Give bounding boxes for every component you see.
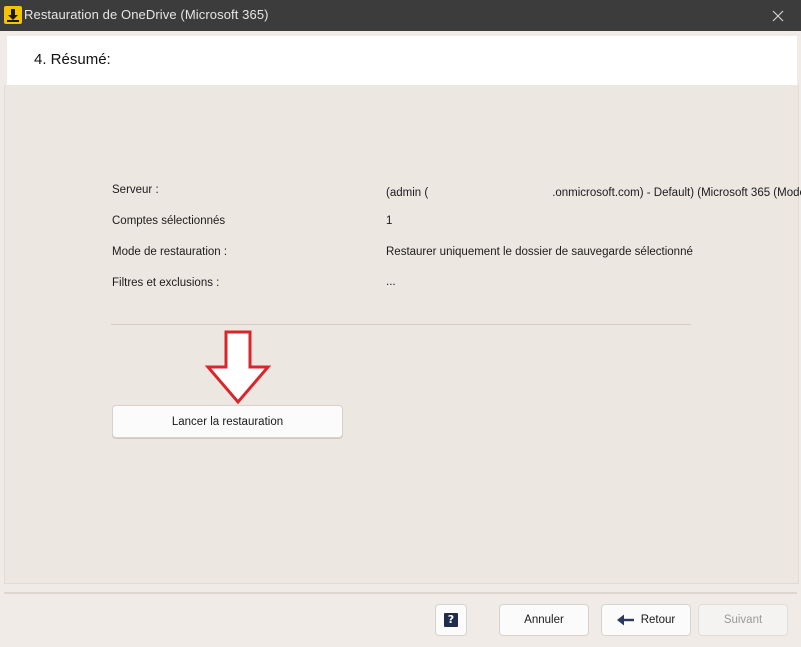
launch-restore-button[interactable]: Lancer la restauration xyxy=(112,405,343,438)
server-label: Serveur : xyxy=(112,184,159,196)
restore-mode-value: Restaurer uniquement le dossier de sauve… xyxy=(386,246,693,258)
close-icon[interactable] xyxy=(772,10,784,22)
help-icon: ? xyxy=(444,613,458,627)
down-arrow-annotation-icon xyxy=(204,330,272,405)
close-button[interactable] xyxy=(755,0,801,31)
next-label: Suivant xyxy=(723,614,763,626)
server-value-suffix: .onmicrosoft.com) - Default) (Microsoft … xyxy=(552,187,801,199)
cancel-button[interactable]: Annuler xyxy=(499,604,589,636)
filters-value: ... xyxy=(386,276,396,288)
restore-mode-label: Mode de restauration : xyxy=(112,246,228,258)
next-button[interactable]: Suivant xyxy=(698,604,788,636)
window-title: Restauration de OneDrive (Microsoft 365) xyxy=(24,7,269,22)
summary-panel: Serveur : (admin ( .onmicrosoft.com) - De… xyxy=(4,85,801,584)
filters-label: Filtres et exclusions : xyxy=(112,277,220,289)
accounts-label: Comptes sélectionnés xyxy=(112,215,226,227)
app-icon xyxy=(4,6,22,24)
accounts-value: 1 xyxy=(386,215,393,227)
back-button[interactable]: Retour xyxy=(601,604,691,636)
redacted-domain xyxy=(428,184,553,196)
cancel-label: Annuler xyxy=(524,614,564,626)
server-value: (admin ( .onmicrosoft.com) - Default) (Mi… xyxy=(386,184,801,199)
separator xyxy=(111,324,691,325)
server-value-prefix: (admin ( xyxy=(386,187,429,199)
step-title: 4. Résumé: xyxy=(34,51,111,68)
step-header: 4. Résumé: xyxy=(7,36,797,86)
help-button[interactable]: ? xyxy=(435,604,467,636)
back-label: Retour xyxy=(640,614,676,626)
footer-divider xyxy=(4,592,797,594)
title-bar: Restauration de OneDrive (Microsoft 365) xyxy=(0,0,801,31)
arrow-left-icon xyxy=(616,614,634,626)
